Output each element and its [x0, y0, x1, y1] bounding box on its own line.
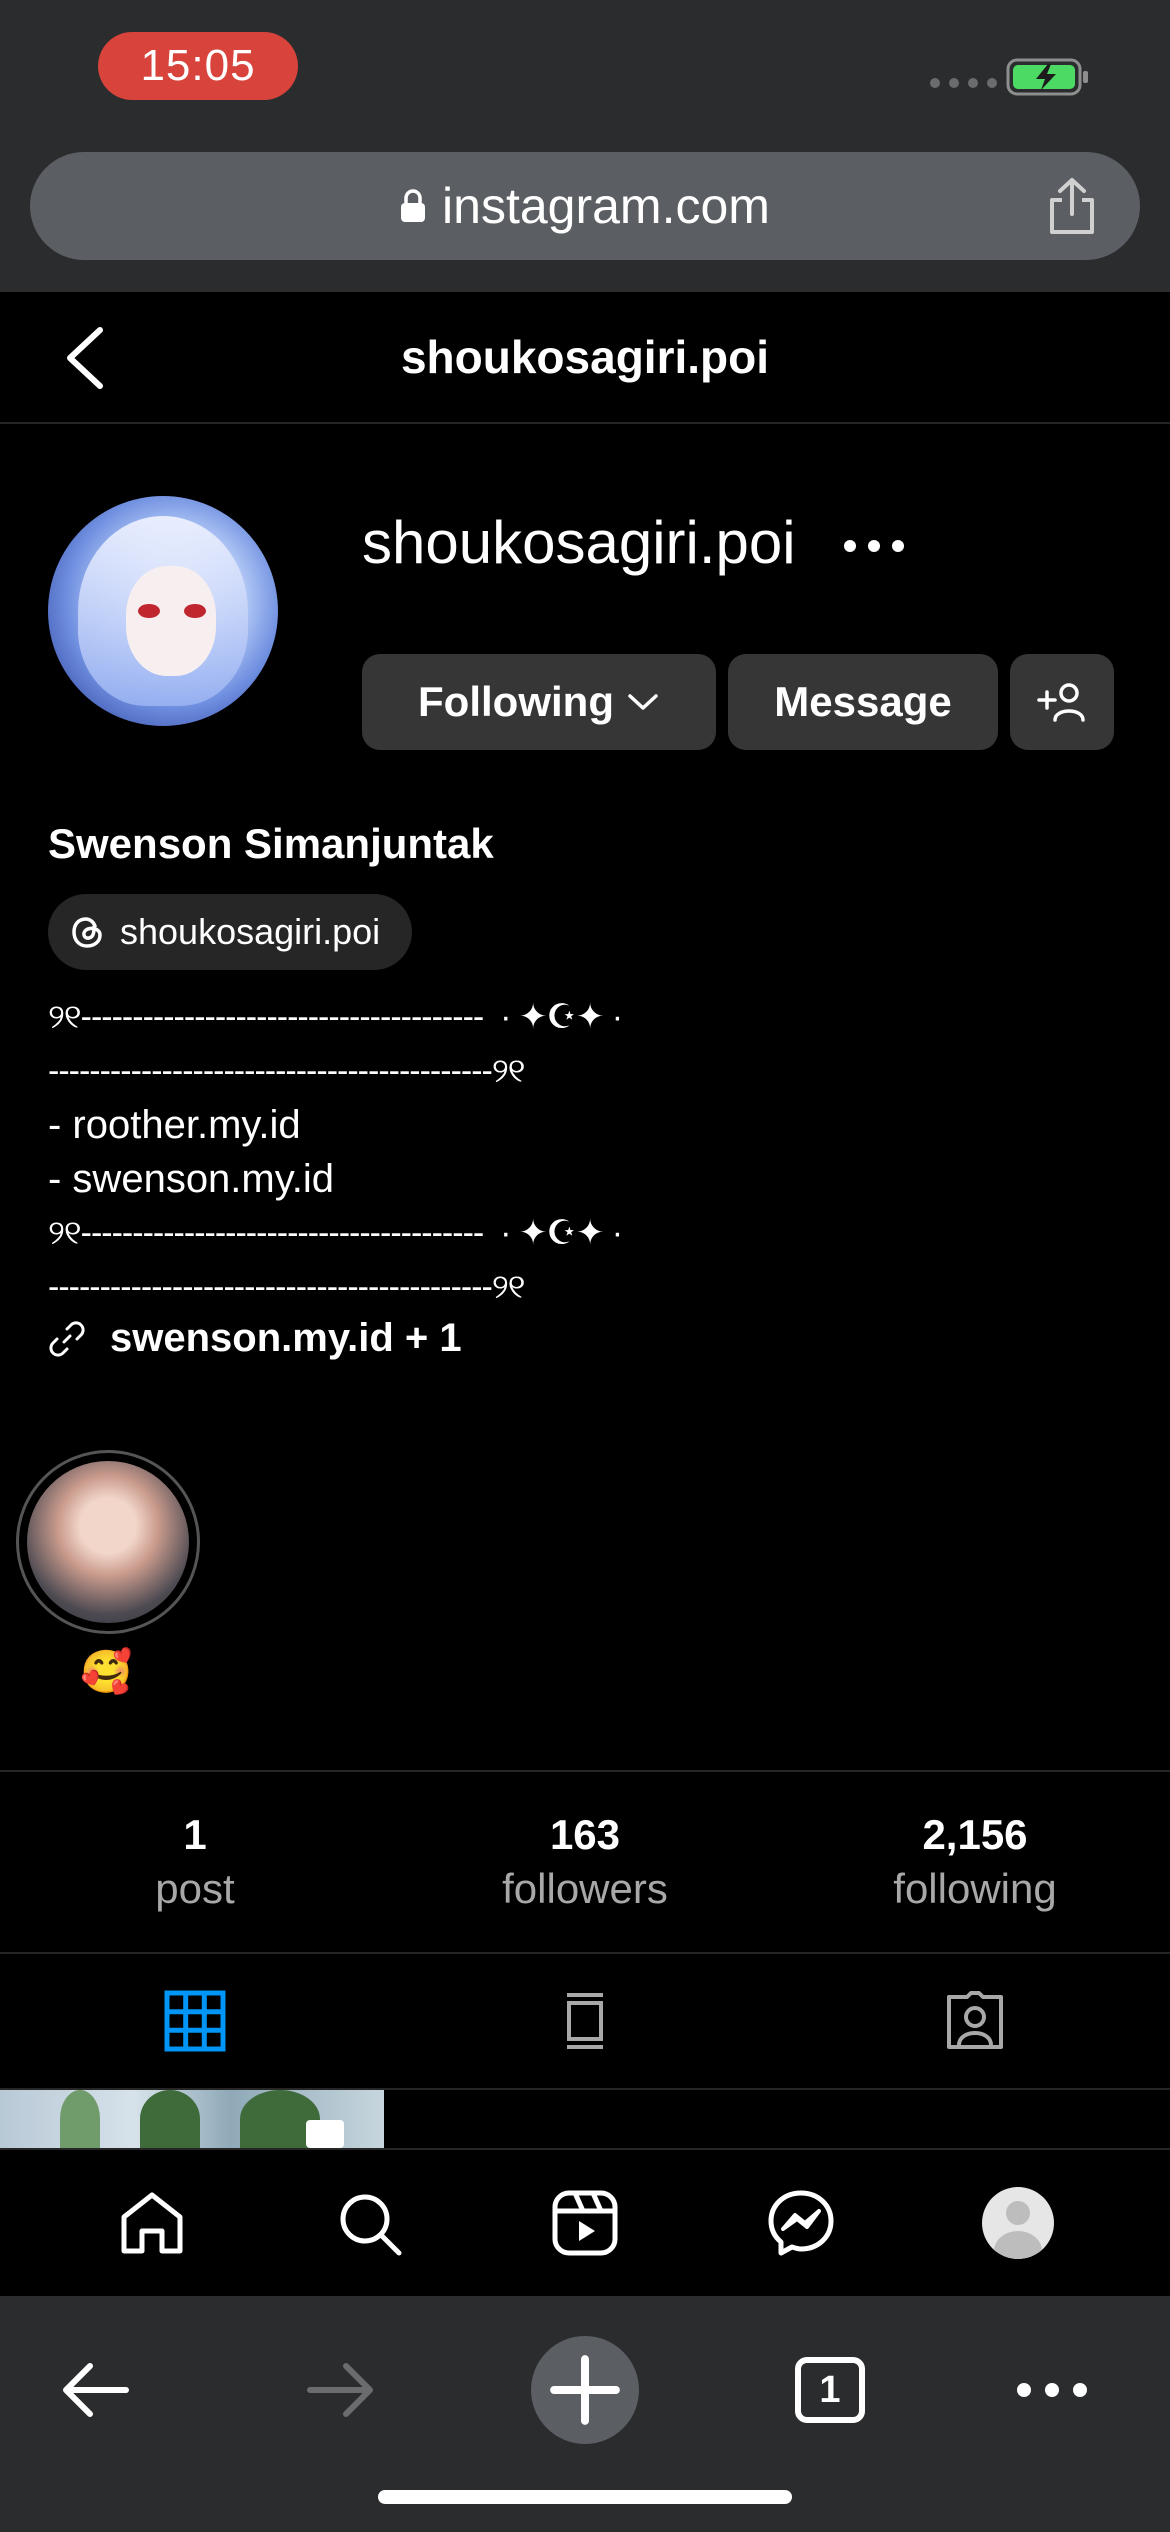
bio-line: - roother.my.id [48, 1103, 301, 1147]
profile-link[interactable]: swenson.my.id + 1 [48, 1316, 462, 1361]
profile-header: shoukosagiri.poi [0, 292, 1170, 424]
add-user-button[interactable] [1010, 654, 1114, 750]
tab-tagged[interactable] [780, 1954, 1170, 2088]
share-icon[interactable] [1044, 176, 1100, 236]
tabs-button[interactable]: 1 [770, 2330, 890, 2450]
add-user-icon [1037, 683, 1085, 722]
tab-feed[interactable] [390, 1954, 780, 2088]
stat-value: 1 [183, 1811, 207, 1858]
bio-line: ୨୧--------------------------------------… [48, 998, 623, 1036]
profile-avatar-icon [981, 2187, 1054, 2259]
bio-line: ----------------------------------------… [48, 1268, 526, 1306]
page-title: shoukosagiri.poi [400, 331, 770, 383]
stat-following[interactable]: 2,156 following [780, 1772, 1170, 1952]
grid-icon [164, 1990, 226, 2052]
link-text: swenson.my.id + 1 [110, 1316, 462, 1360]
profile-tabs [0, 1954, 1170, 2090]
threads-handle: shoukosagiri.poi [120, 911, 381, 952]
signal-icon [930, 78, 997, 88]
nav-messages[interactable] [761, 2183, 841, 2263]
stat-posts[interactable]: 1 post [0, 1772, 390, 1952]
following-button[interactable]: Following [362, 654, 716, 750]
bio-line: ----------------------------------------… [48, 1052, 526, 1090]
more-horizontal-icon [1017, 2383, 1087, 2397]
stat-value: 163 [549, 1811, 621, 1858]
tab-posts[interactable] [0, 1954, 390, 2088]
tab-count: 1 [795, 2357, 865, 2423]
url-text: instagram.com [442, 178, 770, 234]
threads-icon [72, 917, 102, 948]
nav-reels[interactable] [545, 2183, 625, 2263]
stat-label: following [893, 1865, 1057, 1912]
post-thumbnail[interactable] [0, 2090, 384, 2148]
stat-label: followers [502, 1865, 668, 1912]
browser-top-chrome: 15:05 instagram.com [0, 0, 1170, 292]
threads-badge[interactable]: shoukosagiri.poi [48, 894, 413, 970]
new-tab-button[interactable] [525, 2330, 645, 2450]
message-label: Message [774, 678, 952, 725]
avatar[interactable] [48, 496, 278, 726]
lock-icon [401, 189, 426, 222]
story-highlight[interactable] [16, 1450, 200, 1634]
instagram-bottom-nav [0, 2148, 1170, 2296]
full-name: Swenson Simanjuntak [48, 820, 494, 867]
messenger-icon [768, 2190, 834, 2256]
nav-search[interactable] [329, 2183, 409, 2263]
stat-label: post [155, 1865, 235, 1912]
status-time: 15:05 [98, 32, 298, 100]
message-button[interactable]: Message [728, 654, 998, 750]
link-icon [49, 1320, 85, 1357]
highlight-label: 🥰 [80, 1648, 133, 1695]
arrow-right-icon [307, 2363, 373, 2417]
search-icon [340, 2194, 402, 2256]
nav-profile[interactable] [978, 2183, 1058, 2263]
more-icon[interactable] [844, 528, 908, 564]
address-bar[interactable]: instagram.com [30, 152, 1140, 260]
bio-line: - swenson.my.id [48, 1157, 335, 1201]
chevron-down-icon [628, 694, 658, 710]
home-indicator [378, 2490, 792, 2504]
username: shoukosagiri.poi [362, 509, 796, 576]
plus-icon [550, 2355, 620, 2425]
nav-home[interactable] [112, 2183, 192, 2263]
reels-tab-icon [567, 1993, 603, 2049]
home-icon [121, 2192, 183, 2254]
browser-back-button[interactable] [36, 2330, 156, 2450]
following-label: Following [418, 678, 614, 725]
browser-menu-button[interactable] [992, 2330, 1112, 2450]
multi-image-icon [306, 2120, 344, 2148]
arrow-left-icon [63, 2363, 129, 2417]
tagged-icon [947, 1991, 1003, 2049]
highlight-cover [27, 1461, 189, 1623]
profile-stats: 1 post 163 followers 2,156 following [0, 1770, 1170, 1954]
battery-icon [1006, 58, 1088, 96]
reels-icon [552, 2190, 618, 2256]
stat-followers[interactable]: 163 followers [390, 1772, 780, 1952]
browser-forward-button[interactable] [280, 2330, 400, 2450]
bio-line: ୨୧--------------------------------------… [48, 1214, 623, 1252]
bio: ୨୧--------------------------------------… [48, 990, 1128, 1314]
stat-value: 2,156 [922, 1811, 1028, 1858]
